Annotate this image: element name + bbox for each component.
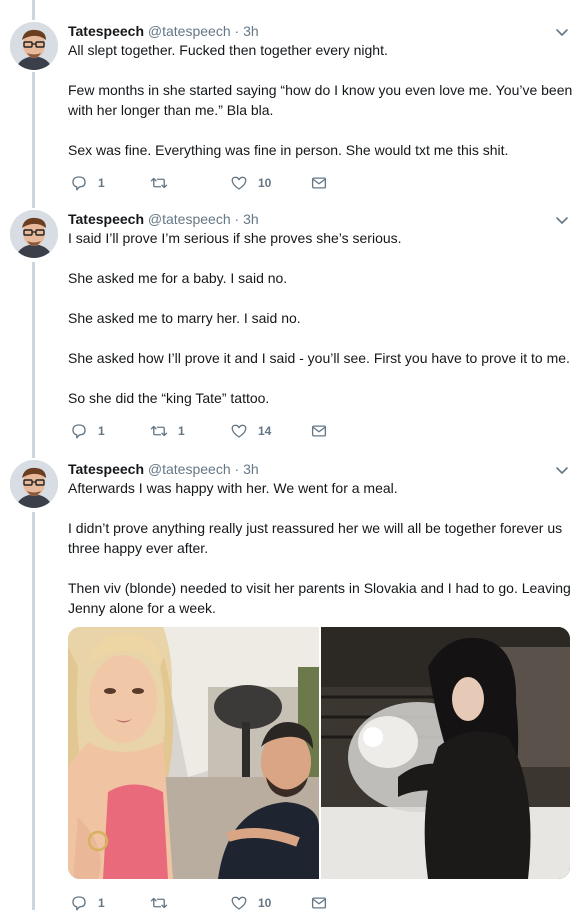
avatar[interactable] [10, 210, 58, 258]
like-count: 14 [258, 424, 272, 438]
envelope-icon [311, 425, 327, 437]
separator-dot: · [234, 461, 240, 477]
thread-line-2 [32, 262, 35, 458]
envelope-icon [311, 897, 327, 909]
direct-message-button[interactable] [310, 893, 328, 913]
retweet-icon [150, 897, 168, 909]
user-handle[interactable]: @tatespeech [148, 211, 231, 227]
tweet-paragraph: She asked me for a baby. I said no. [68, 270, 288, 286]
like-count: 10 [258, 896, 272, 910]
tweet-header: Tatespeech @tatespeech · 3h [68, 210, 259, 228]
retweet-button[interactable] [150, 893, 178, 913]
direct-message-button[interactable] [310, 173, 328, 193]
heart-icon [231, 896, 247, 910]
tweet-paragraph: I didn’t prove anything really just reas… [68, 520, 563, 556]
heart-icon [231, 176, 247, 190]
reply-icon [72, 424, 86, 439]
tweet-text: All slept together. Fucked then together… [68, 40, 573, 160]
avatar[interactable] [10, 460, 58, 508]
user-handle[interactable]: @tatespeech [148, 23, 231, 39]
tweet-header: Tatespeech @tatespeech · 3h [68, 22, 259, 40]
tweet-text: I said I’ll prove I’m serious if she pro… [68, 228, 573, 408]
timestamp[interactable]: 3h [243, 461, 259, 477]
thread-line-1 [32, 72, 35, 208]
chevron-down-icon[interactable] [554, 212, 570, 228]
envelope-icon [311, 177, 327, 189]
tweet-paragraph: She asked me to marry her. I said no. [68, 310, 301, 326]
user-handle[interactable]: @tatespeech [148, 461, 231, 477]
tweet-header: Tatespeech @tatespeech · 3h [68, 460, 259, 478]
display-name[interactable]: Tatespeech [68, 23, 144, 39]
like-button[interactable]: 10 [230, 173, 271, 193]
avatar[interactable] [10, 22, 58, 70]
tweet-text: Afterwards I was happy with her. We went… [68, 478, 573, 618]
separator-dot: · [234, 211, 240, 227]
tweet-paragraph: Sex was fine. Everything was fine in per… [68, 142, 509, 158]
display-name[interactable]: Tatespeech [68, 461, 144, 477]
reply-count: 1 [98, 896, 105, 910]
tweet-actions: 1 10 [68, 893, 368, 913]
reply-button[interactable]: 1 [70, 893, 105, 913]
timestamp[interactable]: 3h [243, 211, 259, 227]
like-button[interactable]: 10 [230, 893, 271, 913]
reply-count: 1 [98, 176, 105, 190]
separator-dot: · [234, 23, 240, 39]
thread-line-top [32, 0, 35, 20]
tweet-actions: 1 1 14 [68, 421, 368, 441]
like-button[interactable]: 14 [230, 421, 271, 441]
tweet-paragraph: I said I’ll prove I’m serious if she pro… [68, 230, 402, 246]
like-count: 10 [258, 176, 272, 190]
photo-right[interactable] [321, 627, 570, 879]
tweet-paragraph: She asked how I’ll prove it and I said -… [68, 350, 570, 366]
retweet-icon [150, 177, 168, 189]
tweet-paragraph: Then viv (blonde) needed to visit her pa… [68, 580, 571, 616]
retweet-button[interactable]: 1 [150, 421, 185, 441]
retweet-button[interactable] [150, 173, 178, 193]
reply-button[interactable]: 1 [70, 173, 105, 193]
display-name[interactable]: Tatespeech [68, 211, 144, 227]
direct-message-button[interactable] [310, 421, 328, 441]
retweet-icon [150, 425, 168, 437]
tweet-media[interactable] [68, 627, 570, 879]
reply-button[interactable]: 1 [70, 421, 105, 441]
reply-icon [72, 176, 86, 191]
photo-left[interactable] [68, 627, 319, 879]
tweet-actions: 1 10 [68, 173, 368, 193]
tweet-paragraph: All slept together. Fucked then together… [68, 42, 388, 58]
thread-line-3 [32, 512, 35, 910]
timestamp[interactable]: 3h [243, 23, 259, 39]
chevron-down-icon[interactable] [554, 462, 570, 478]
retweet-count: 1 [178, 424, 185, 438]
tweet-paragraph: So she did the “king Tate” tattoo. [68, 390, 270, 406]
tweet-paragraph: Few months in she started saying “how do… [68, 82, 573, 118]
reply-count: 1 [98, 424, 105, 438]
heart-icon [231, 424, 247, 438]
reply-icon [72, 896, 86, 911]
chevron-down-icon[interactable] [554, 24, 570, 40]
tweet-paragraph: Afterwards I was happy with her. We went… [68, 480, 398, 496]
